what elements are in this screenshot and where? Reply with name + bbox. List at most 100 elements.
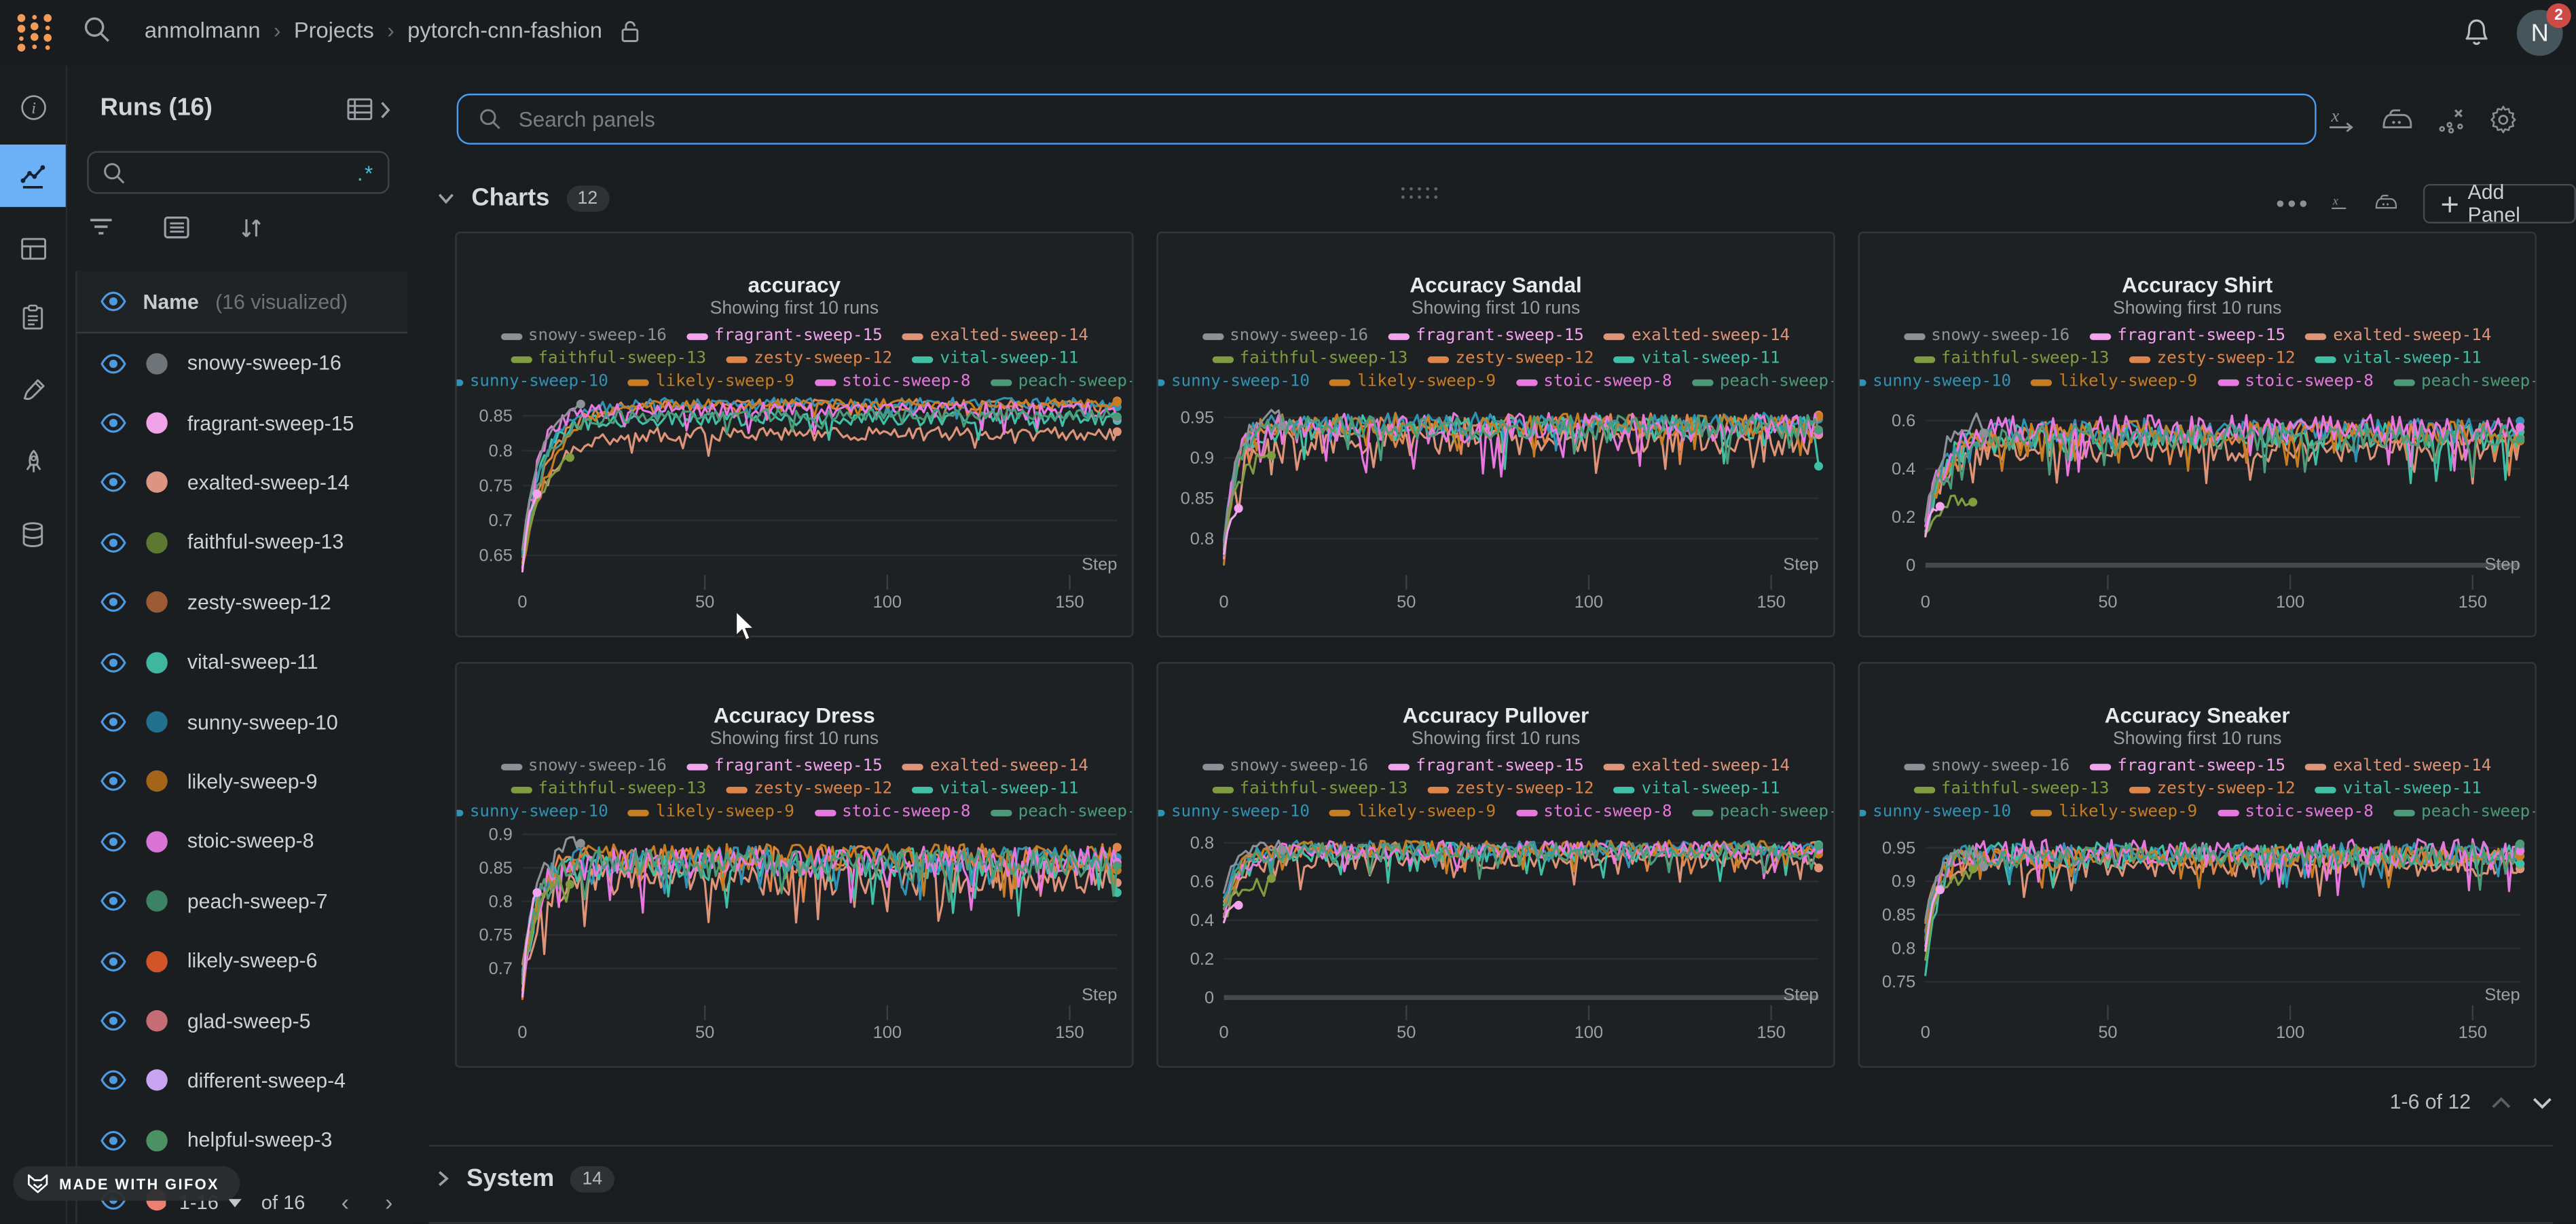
run-row[interactable]: stoic-sweep-8 bbox=[77, 812, 407, 872]
regex-toggle[interactable]: .* bbox=[357, 160, 375, 185]
breadcrumb-separator: › bbox=[387, 18, 394, 43]
eye-icon[interactable] bbox=[100, 831, 127, 852]
run-label[interactable]: sunny-sweep-10 bbox=[187, 711, 338, 734]
page-size-caret-icon[interactable] bbox=[228, 1199, 241, 1207]
svg-text:50: 50 bbox=[695, 593, 714, 612]
eye-icon[interactable] bbox=[100, 592, 127, 613]
chart-panel-accuracy-pullover[interactable]: Accuracy PulloverShowing first 10 runssn… bbox=[1156, 662, 1835, 1068]
svg-text:150: 150 bbox=[2459, 593, 2487, 612]
chart-panel-accuracy-sandal[interactable]: Accuracy SandalShowing first 10 runssnow… bbox=[1156, 231, 1835, 637]
chart-plot[interactable]: 00.20.40.6050100150Step bbox=[1860, 234, 2537, 637]
page-down-icon[interactable] bbox=[2532, 1095, 2553, 1110]
run-label[interactable]: zesty-sweep-12 bbox=[187, 591, 331, 614]
chevron-right-icon[interactable] bbox=[437, 1170, 450, 1188]
chart-panel-accuracy-sneaker[interactable]: Accuracy SneakerShowing first 10 runssno… bbox=[1858, 662, 2537, 1068]
global-search-icon[interactable] bbox=[82, 15, 112, 45]
run-label[interactable]: fragrant-sweep-15 bbox=[187, 411, 354, 434]
run-row[interactable]: likely-sweep-6 bbox=[77, 931, 407, 991]
system-section-header[interactable]: System 14 bbox=[437, 1164, 614, 1192]
run-row[interactable]: peach-sweep-7 bbox=[77, 872, 407, 931]
chart-panel-accuracy-dress[interactable]: Accuracy DressShowing first 10 runssnowy… bbox=[455, 662, 1133, 1068]
run-list-header[interactable]: Name (16 visualized) bbox=[75, 271, 407, 333]
nav-sweeps-rocket-icon[interactable] bbox=[0, 430, 66, 493]
run-row[interactable]: likely-sweep-9 bbox=[77, 752, 407, 812]
svg-text:0: 0 bbox=[517, 1023, 527, 1042]
nav-artifacts-brush-icon[interactable] bbox=[0, 358, 66, 420]
run-label[interactable]: different-sweep-4 bbox=[187, 1069, 346, 1092]
eye-icon[interactable] bbox=[100, 771, 127, 792]
eye-icon[interactable] bbox=[100, 352, 127, 373]
run-row[interactable]: fragrant-sweep-15 bbox=[77, 393, 407, 453]
eye-icon[interactable] bbox=[100, 291, 127, 312]
runs-table-expand-button[interactable] bbox=[347, 97, 391, 124]
svg-text:100: 100 bbox=[873, 593, 902, 612]
breadcrumb-projects[interactable]: Projects bbox=[294, 18, 374, 43]
eye-icon[interactable] bbox=[100, 532, 127, 553]
chart-panel-accuracy-shirt[interactable]: Accuracy ShirtShowing first 10 runssnowy… bbox=[1858, 231, 2537, 637]
next-page-icon[interactable]: › bbox=[385, 1189, 392, 1215]
sort-icon[interactable] bbox=[238, 215, 265, 242]
nav-artifacts-db-icon[interactable] bbox=[0, 502, 66, 565]
breadcrumb-user[interactable]: anmolmann bbox=[145, 18, 261, 43]
eye-icon[interactable] bbox=[100, 652, 127, 673]
chart-plot[interactable]: 0.750.80.850.90.95050100150Step bbox=[1860, 664, 2537, 1068]
eye-icon[interactable] bbox=[100, 413, 127, 434]
prev-page-icon[interactable]: ‹ bbox=[342, 1189, 349, 1215]
svg-text:Step: Step bbox=[1783, 986, 1818, 1005]
run-row[interactable]: glad-sweep-5 bbox=[77, 991, 407, 1051]
run-label[interactable]: likely-sweep-9 bbox=[187, 771, 318, 794]
run-row[interactable]: faithful-sweep-13 bbox=[77, 513, 407, 572]
run-row[interactable]: exalted-sweep-14 bbox=[77, 453, 407, 513]
runs-search-input[interactable]: .* bbox=[87, 151, 389, 194]
svg-text:150: 150 bbox=[1756, 1023, 1785, 1042]
run-row[interactable]: vital-sweep-11 bbox=[77, 633, 407, 692]
eye-icon[interactable] bbox=[100, 472, 127, 494]
run-label[interactable]: faithful-sweep-13 bbox=[187, 531, 344, 554]
run-label[interactable]: snowy-sweep-16 bbox=[187, 352, 342, 375]
notifications-bell-icon[interactable] bbox=[2461, 16, 2492, 49]
run-row[interactable]: zesty-sweep-12 bbox=[77, 572, 407, 632]
eye-icon[interactable] bbox=[100, 1070, 127, 1091]
run-label[interactable]: stoic-sweep-8 bbox=[187, 830, 314, 853]
chart-panel-accuracy[interactable]: accuracyShowing first 10 runssnowy-sweep… bbox=[455, 231, 1133, 637]
chart-plot[interactable]: 0.80.850.90.95050100150Step bbox=[1158, 234, 1835, 637]
runs-toolbar bbox=[87, 215, 264, 242]
svg-text:0.9: 0.9 bbox=[1190, 449, 1214, 468]
run-row[interactable]: snowy-sweep-16 bbox=[77, 333, 407, 393]
eye-icon[interactable] bbox=[100, 1010, 127, 1031]
chart-plot[interactable]: 00.20.40.60.8050100150Step bbox=[1158, 664, 1835, 1068]
gifox-label: MADE WITH GIFOX bbox=[59, 1175, 219, 1191]
filter-icon[interactable] bbox=[87, 215, 115, 240]
nav-logs-icon[interactable] bbox=[0, 286, 66, 348]
nav-charts-icon[interactable] bbox=[0, 145, 66, 207]
run-label[interactable]: vital-sweep-11 bbox=[187, 651, 318, 674]
run-label[interactable]: exalted-sweep-14 bbox=[187, 471, 350, 494]
run-label[interactable]: likely-sweep-6 bbox=[187, 950, 318, 973]
system-section-label[interactable]: System bbox=[466, 1164, 554, 1192]
run-label[interactable]: peach-sweep-7 bbox=[187, 890, 328, 913]
run-label[interactable]: glad-sweep-5 bbox=[187, 1009, 311, 1033]
chart-plot[interactable]: 0.70.750.80.850.9050100150Step bbox=[457, 664, 1134, 1068]
series-endpoint-dot bbox=[1113, 398, 1122, 407]
run-row[interactable]: different-sweep-4 bbox=[77, 1051, 407, 1111]
run-label[interactable]: helpful-sweep-3 bbox=[187, 1129, 333, 1152]
section-divider bbox=[429, 1222, 2554, 1223]
section-divider bbox=[429, 1145, 2554, 1146]
nav-overview-icon[interactable]: i bbox=[0, 75, 66, 138]
eye-icon[interactable] bbox=[100, 711, 127, 732]
breadcrumb-project[interactable]: pytorch-cnn-fashion bbox=[407, 18, 602, 43]
run-color-dot bbox=[146, 652, 167, 673]
nav-table-icon[interactable] bbox=[0, 217, 66, 279]
eye-icon[interactable] bbox=[100, 1130, 127, 1151]
eye-icon[interactable] bbox=[100, 891, 127, 912]
wandb-logo-icon[interactable] bbox=[13, 10, 59, 56]
svg-text:50: 50 bbox=[1397, 1023, 1416, 1042]
run-row[interactable]: helpful-sweep-3 bbox=[77, 1111, 407, 1170]
page-up-icon[interactable] bbox=[2490, 1095, 2511, 1110]
group-list-icon[interactable] bbox=[163, 215, 191, 240]
series-endpoint-dot bbox=[576, 839, 585, 848]
notification-count-badge: 2 bbox=[2546, 3, 2571, 28]
chart-plot[interactable]: 0.650.70.750.80.85050100150Step bbox=[457, 234, 1134, 637]
run-row[interactable]: sunny-sweep-10 bbox=[77, 692, 407, 752]
eye-icon[interactable] bbox=[100, 950, 127, 971]
